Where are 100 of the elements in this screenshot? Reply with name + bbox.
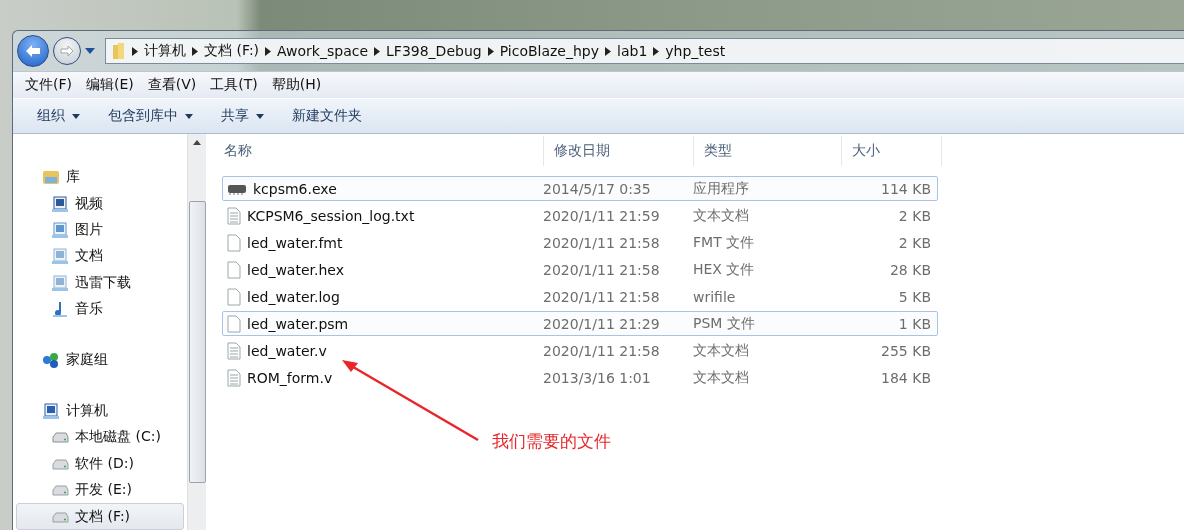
size-cell-text: 2 KB: [897, 234, 931, 251]
file-icon: [227, 341, 241, 360]
breadcrumb-item[interactable]: Awork_space: [277, 43, 369, 59]
nav-item[interactable]: 软件 (D:): [16, 450, 184, 478]
nav-item[interactable]: 家庭组: [16, 346, 184, 374]
toolbar-button[interactable]: 新建文件夹: [282, 103, 372, 129]
size-cell-text: 184 KB: [880, 369, 931, 386]
nav-item[interactable]: 本地磁盘 (C:): [16, 424, 184, 451]
size-cell-text: 255 KB: [880, 342, 931, 359]
menu-item[interactable]: 编辑(E): [80, 76, 140, 94]
file-icon: [227, 260, 241, 279]
type-cell-text: 文本文档: [693, 368, 750, 387]
menu-item[interactable]: 工具(T): [204, 76, 264, 94]
menu-item[interactable]: 查看(V): [141, 76, 203, 94]
nav-item[interactable]: 迅雷下载: [16, 269, 184, 297]
menu-item[interactable]: 文件(F): [19, 76, 78, 94]
file-icon: [227, 314, 241, 333]
date-cell-text: 2020/1/11 21:58: [543, 234, 661, 251]
chevron-icon[interactable]: [374, 46, 381, 56]
scroll-thumb[interactable]: [188, 201, 206, 483]
date-cell-text: 2020/1/11 21:29: [543, 315, 661, 332]
forward-arrow-icon: [60, 45, 74, 57]
file-name: led_water.hex: [247, 261, 344, 278]
file-name: KCPSM6_session_log.txt: [247, 207, 415, 224]
breadcrumb-item[interactable]: PicoBlaze_hpy: [499, 43, 600, 59]
date-cell-text: 2013/3/16 1:01: [543, 369, 652, 386]
date-cell-text: 2020/1/11 21:58: [543, 261, 661, 278]
file-row[interactable]: led_water.fmt 2020/1/11 21:58 FMT 文件 2 KB: [222, 230, 938, 255]
column-header[interactable]: 类型: [694, 136, 842, 166]
chevron-icon[interactable]: [653, 46, 660, 56]
menu-item[interactable]: 帮助(H): [265, 76, 328, 94]
column-header[interactable]: 大小: [842, 136, 942, 166]
address-bar[interactable]: 计算机 文档 (F:) Awork_space LF398_Debug PicoBlaze_hpy lab1 yhp_test: [105, 38, 1184, 64]
folder-icon: [112, 42, 126, 60]
file-row[interactable]: led_water.log 2020/1/11 21:58 wrifile 5 KB: [222, 284, 938, 309]
column-header[interactable]: 修改日期: [544, 136, 694, 166]
scroll-up-icon[interactable]: [193, 140, 201, 145]
back-arrow-icon: [25, 44, 41, 58]
toolbar-button[interactable]: 共享: [211, 103, 274, 129]
breadcrumb-item[interactable]: 计算机: [144, 42, 186, 60]
file-name: led_water.v: [247, 342, 327, 359]
date-cell-text: 2020/1/11 21:58: [543, 342, 661, 359]
file-name: kcpsm6.exe: [253, 180, 337, 197]
toolbar-button[interactable]: 包含到库中: [98, 103, 203, 129]
date-cell-text: 2020/1/11 21:59: [543, 207, 661, 224]
file-icon: [227, 287, 241, 306]
type-cell-text: wrifile: [693, 288, 737, 305]
back-button[interactable]: [17, 35, 49, 67]
folder-icon: [42, 168, 60, 187]
type-cell-text: 文本文档: [693, 206, 750, 225]
file-name: led_water.fmt: [247, 234, 343, 251]
chevron-icon[interactable]: [192, 46, 198, 56]
date-cell-text: 2020/1/11 21:58: [543, 288, 661, 305]
file-row[interactable]: ROM_form.v 2013/3/16 1:01 文本文档 184 KB: [222, 365, 938, 390]
breadcrumb-item[interactable]: yhp_test: [665, 43, 726, 59]
nav-item[interactable]: 计算机: [16, 397, 184, 425]
nav-item[interactable]: 开发 (E:): [16, 477, 184, 504]
network-icon: [42, 351, 60, 370]
breadcrumb-item[interactable]: 文档 (F:): [204, 42, 260, 60]
size-cell-text: 28 KB: [888, 261, 931, 278]
dropdown-icon[interactable]: [85, 48, 95, 54]
annotation-text: 我们需要的文件: [492, 430, 611, 453]
type-cell-text: PSM 文件: [693, 314, 756, 333]
file-name: led_water.log: [247, 288, 340, 305]
nav-item[interactable]: 音乐: [16, 296, 184, 323]
breadcrumb-item[interactable]: LF398_Debug: [386, 43, 482, 59]
file-row[interactable]: led_water.psm 2020/1/11 21:29 PSM 文件 1 KB: [222, 311, 938, 336]
forward-button[interactable]: [53, 37, 81, 65]
nav-item[interactable]: 文档 (F:): [16, 503, 184, 530]
file-icon: [227, 233, 241, 252]
file-icon: [227, 206, 241, 225]
nav-item[interactable]: 文档: [16, 243, 184, 270]
file-row[interactable]: KCPSM6_session_log.txt 2020/1/11 21:59 文本文档 2 KB: [222, 203, 938, 228]
file-row[interactable]: led_water.v 2020/1/11 21:58 文本文档 255 KB: [222, 338, 938, 363]
size-cell-text: 5 KB: [897, 288, 931, 305]
type-cell-text: FMT 文件: [693, 233, 756, 252]
chevron-icon[interactable]: [605, 46, 612, 56]
size-cell-text: 1 KB: [897, 315, 931, 332]
breadcrumb-item[interactable]: lab1: [617, 43, 648, 59]
chevron-icon[interactable]: [265, 46, 272, 56]
file-name: ROM_form.v: [247, 369, 333, 386]
music-note-icon: [51, 300, 69, 319]
chevron-icon[interactable]: [487, 46, 494, 56]
type-cell-text: 文本文档: [693, 341, 750, 360]
nav-item[interactable]: 图片: [16, 216, 184, 244]
size-cell-text: 2 KB: [897, 207, 931, 224]
date-cell-text: 2014/5/17 0:35: [543, 180, 652, 197]
file-row[interactable]: kcpsm6.exe 2014/5/17 0:35 应用程序 114 KB: [222, 176, 938, 201]
column-header[interactable]: 名称: [214, 136, 544, 166]
type-cell-text: HEX 文件: [693, 260, 756, 279]
file-row[interactable]: led_water.hex 2020/1/11 21:58 HEX 文件 28 KB: [222, 257, 938, 282]
scrollbar[interactable]: [187, 134, 206, 530]
nav-item[interactable]: 库: [16, 164, 184, 191]
type-cell-text: 应用程序: [693, 179, 750, 198]
toolbar-button[interactable]: 组织: [27, 103, 90, 129]
computer-icon: [42, 402, 60, 420]
file-name: led_water.psm: [247, 315, 349, 332]
file-icon: [227, 368, 241, 387]
nav-item[interactable]: 视频: [16, 190, 184, 217]
chevron-icon[interactable]: [132, 46, 138, 56]
